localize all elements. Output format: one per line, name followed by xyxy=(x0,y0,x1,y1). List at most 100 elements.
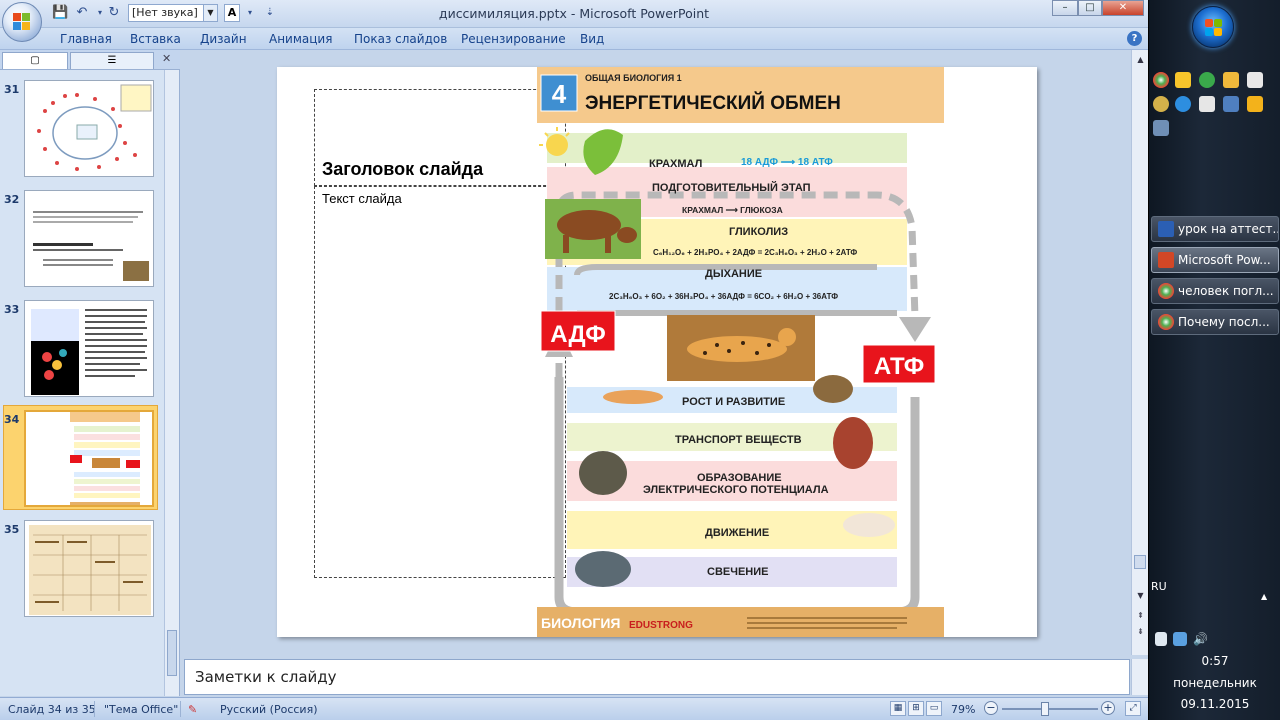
scroll-up-icon[interactable]: ▲ xyxy=(1135,54,1146,65)
start-button[interactable] xyxy=(1192,6,1234,48)
taskbar-item-chrome-1[interactable]: человек погл... xyxy=(1151,278,1279,304)
poster-respiration: ДЫХАНИЕ xyxy=(705,268,762,280)
slide-sorter-icon[interactable]: ⊞ xyxy=(908,701,924,716)
office-logo-icon xyxy=(13,13,31,31)
tab-animation[interactable]: Анимация xyxy=(269,32,332,46)
atf-label: АТФ xyxy=(874,353,924,380)
display-icon[interactable] xyxy=(1223,96,1239,112)
office-button[interactable] xyxy=(2,2,42,42)
taskbar-item-chrome-2[interactable]: Почему посл... xyxy=(1151,309,1279,335)
text-slide-preview xyxy=(33,211,149,281)
scrollbar-thumb[interactable] xyxy=(1134,555,1146,569)
slide-text[interactable]: Текст слайда xyxy=(322,191,402,206)
slide-thumbnail-35[interactable] xyxy=(24,520,154,617)
scroll-down-icon[interactable]: ▼ xyxy=(1135,590,1146,601)
poster-ratio: 18 АДФ ⟶ 18 АТФ xyxy=(741,157,833,168)
title-bar: 💾 ↶ ▾ ↻ [Нет звука] ▼ A ▾ ⇣ диссимиляция… xyxy=(0,0,1148,28)
heart-illustration xyxy=(833,417,873,469)
tab-slides[interactable]: ▢ xyxy=(2,52,68,69)
slideshow-view-icon[interactable]: ▭ xyxy=(926,701,942,716)
thumbnail-scrollbar[interactable] xyxy=(164,70,179,696)
zoom-out-icon[interactable]: − xyxy=(984,701,998,715)
zoom-slider-thumb[interactable] xyxy=(1041,702,1050,716)
tab-view[interactable]: Вид xyxy=(580,32,604,46)
table-slide-preview xyxy=(29,525,151,615)
mail-agent-icon[interactable] xyxy=(1175,72,1191,88)
tab-outline[interactable]: ☰ xyxy=(70,52,154,69)
zoom-level[interactable]: 79% xyxy=(951,703,975,716)
close-button[interactable]: ✕ xyxy=(1102,0,1144,16)
taskbar-item-word[interactable]: урок на аттест... xyxy=(1151,216,1279,242)
tab-slideshow[interactable]: Показ слайдов xyxy=(354,32,447,46)
network-icon[interactable] xyxy=(1173,632,1187,646)
slide-thumbnail-31[interactable] xyxy=(24,80,154,177)
theme-name[interactable]: "Тема Office" xyxy=(104,703,178,716)
word-icon xyxy=(1158,221,1174,237)
tab-review[interactable]: Рецензирование xyxy=(461,32,566,46)
task-label: Почему посл... xyxy=(1178,315,1270,329)
slide-canvas[interactable]: Заголовок слайда Текст слайда 4 ОБЩАЯ БИ… xyxy=(277,67,1037,637)
poster-movement: ДВИЖЕНИЕ xyxy=(705,527,769,539)
paint-icon[interactable] xyxy=(1153,96,1169,112)
tadpole-illustration xyxy=(603,390,663,404)
metabolic-cycle-diagram xyxy=(37,84,152,171)
spellcheck-icon[interactable]: ✎ xyxy=(188,703,197,716)
zoom-in-icon[interactable]: + xyxy=(1101,701,1115,715)
body-placeholder[interactable] xyxy=(314,186,566,578)
tab-insert[interactable]: Вставка xyxy=(130,32,181,46)
clock-date[interactable]: 09.11.2015 xyxy=(1149,697,1280,711)
slide-title[interactable]: Заголовок слайда xyxy=(322,159,483,180)
media-player-icon[interactable] xyxy=(1247,96,1263,112)
desktop-icon[interactable] xyxy=(1153,120,1169,136)
powerpoint-icon xyxy=(1158,252,1174,268)
help-icon[interactable]: ? xyxy=(1127,31,1142,46)
poster-glycolysis: ГЛИКОЛИЗ xyxy=(729,226,788,238)
thumb-number: 31 xyxy=(4,83,20,96)
energy-metabolism-poster[interactable]: 4 ОБЩАЯ БИОЛОГИЯ 1 ЭНЕРГЕТИЧЕСКИЙ ОБМЕН xyxy=(537,67,944,637)
notes-scrollbar[interactable] xyxy=(1131,659,1148,695)
zoom-slider[interactable] xyxy=(1002,708,1098,710)
chrome-icon[interactable] xyxy=(1153,72,1169,88)
language-indicator[interactable]: RU xyxy=(1151,580,1167,593)
volume-icon[interactable]: 🔊 xyxy=(1193,632,1208,646)
poster-prep: ПОДГОТОВИТЕЛЬНЫЙ ЭТАП xyxy=(652,181,811,194)
grid-app-icon[interactable] xyxy=(1199,96,1215,112)
minimize-button[interactable]: – xyxy=(1052,0,1078,16)
icq-icon[interactable] xyxy=(1199,72,1215,88)
tab-design[interactable]: Дизайн xyxy=(200,32,247,46)
maximize-button[interactable]: □ xyxy=(1078,0,1102,16)
slide-thumbnail-34[interactable] xyxy=(24,410,154,507)
taskbar-item-powerpoint[interactable]: Microsoft Pow... xyxy=(1151,247,1279,273)
poster-starch: КРАХМАЛ xyxy=(649,158,702,170)
next-slide-icon[interactable]: ⇟ xyxy=(1135,626,1146,637)
panel-tabs: ▢ ☰ ✕ xyxy=(0,50,180,70)
clock-day[interactable]: понедельник xyxy=(1149,676,1280,690)
normal-view-icon[interactable]: ▦ xyxy=(890,701,906,716)
internet-explorer-icon[interactable] xyxy=(1175,96,1191,112)
calculator-icon[interactable] xyxy=(1247,72,1263,88)
anglerfish-illustration xyxy=(575,551,631,587)
close-panel-icon[interactable]: ✕ xyxy=(162,52,171,65)
notes-pane[interactable]: Заметки к слайду xyxy=(184,659,1130,695)
fit-to-window-icon[interactable]: ⤢ xyxy=(1125,701,1141,716)
tab-home[interactable]: Главная xyxy=(60,32,112,46)
poster-glycolysis-eq: C₆H₁₂O₆ + 2H₃PO₄ + 2АДФ = 2C₃H₆O₃ + 2H₂O… xyxy=(653,248,857,257)
windows-taskbar: урок на аттест... Microsoft Pow... челов… xyxy=(1148,0,1280,720)
task-label: урок на аттест... xyxy=(1178,222,1279,236)
slide-thumbnail-32[interactable] xyxy=(24,190,154,287)
notes-text[interactable]: Заметки к слайду xyxy=(195,668,337,686)
poster-electric2: ЭЛЕКТРИЧЕСКОГО ПОТЕНЦИАЛА xyxy=(643,484,829,496)
poster-electric1: ОБРАЗОВАНИЕ xyxy=(697,472,782,484)
prev-slide-icon[interactable]: ⇞ xyxy=(1135,610,1146,621)
language[interactable]: Русский (Россия) xyxy=(220,703,318,716)
slide-thumbnail-33[interactable] xyxy=(24,300,154,397)
thumb-number: 32 xyxy=(4,193,20,206)
slide-scrollbar[interactable]: ▲ ▼ ⇞ ⇟ xyxy=(1131,50,1148,655)
frog-illustration xyxy=(813,375,853,403)
safely-remove-icon[interactable] xyxy=(1155,632,1167,646)
thumb-number: 33 xyxy=(4,303,20,316)
clock-time[interactable]: 0:57 xyxy=(1149,654,1280,668)
tray-expand-icon[interactable]: ▲ xyxy=(1261,592,1267,601)
scrollbar-thumb[interactable] xyxy=(167,630,177,676)
messenger-icon[interactable] xyxy=(1223,72,1239,88)
